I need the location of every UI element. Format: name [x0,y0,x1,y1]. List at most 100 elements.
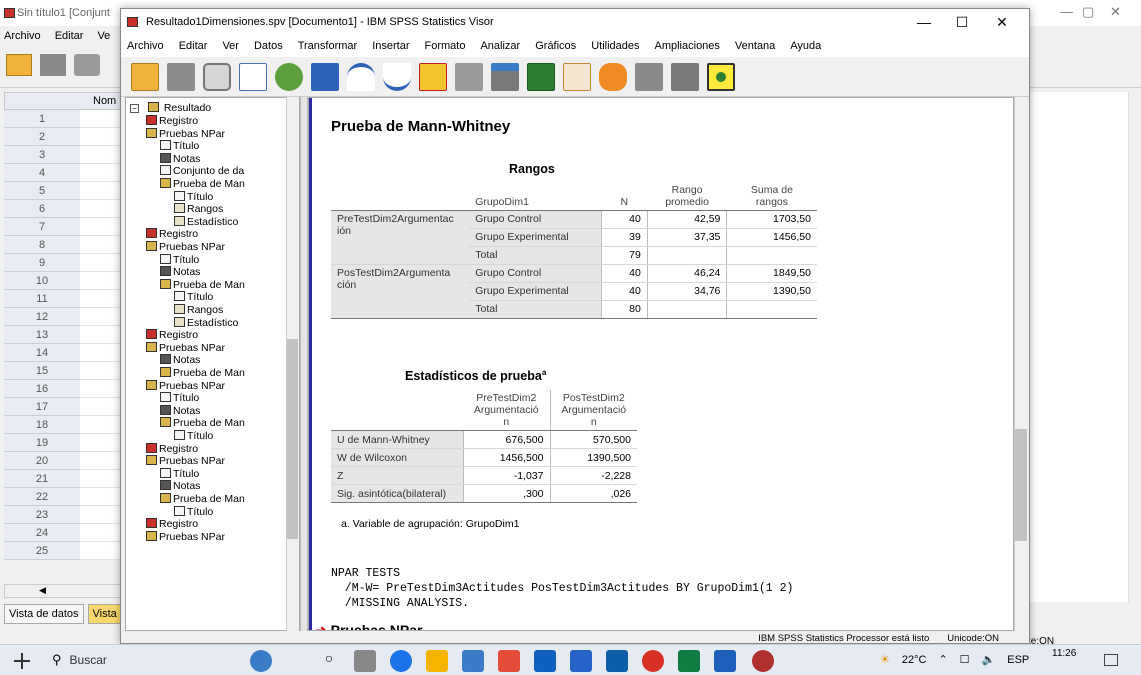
print-icon[interactable] [74,54,100,76]
start-icon[interactable] [14,653,30,669]
firefox-icon[interactable] [498,650,520,672]
content-scroll-thumb[interactable] [1015,429,1027,541]
data-vertical-scrollbar[interactable] [1128,92,1141,602]
data-cell[interactable] [80,236,122,254]
outline-node[interactable]: Prueba de Man [160,278,245,292]
menu-editar[interactable]: Editar [55,30,84,42]
variables-icon[interactable] [527,62,555,91]
row-number[interactable]: 11 [4,290,80,308]
explorer-icon[interactable] [462,650,484,672]
word-icon[interactable] [714,650,736,672]
row-number[interactable]: 18 [4,416,80,434]
outline-node[interactable]: Pruebas NPar [146,379,225,393]
row-number[interactable]: 20 [4,452,80,470]
row-number[interactable]: 15 [4,362,80,380]
row-number[interactable]: 19 [4,434,80,452]
data-cell[interactable] [80,200,122,218]
chrome-icon[interactable] [642,650,664,672]
outline-node[interactable]: Notas [160,152,200,166]
menu-ampliaciones[interactable]: Ampliaciones [655,40,720,52]
data-cell[interactable] [80,308,122,326]
clock[interactable]: 11:26 [1052,648,1076,659]
minimize-button[interactable]: — [905,9,943,35]
outline-node[interactable]: Título [160,392,199,405]
data-cell[interactable] [80,344,122,362]
save-icon[interactable] [40,54,66,76]
outline-node[interactable]: Título [160,253,199,267]
row-number[interactable]: 6 [4,200,80,218]
outline-node[interactable]: Registro [146,329,198,342]
row-number[interactable]: 2 [4,128,80,146]
data-cell[interactable] [80,110,122,128]
widget-icon[interactable] [250,650,272,672]
data-cell[interactable] [80,254,122,272]
data-grid-right[interactable] [1024,92,1129,602]
outline-node[interactable]: Notas [160,266,200,279]
outline-node[interactable]: Estadístico [174,316,238,330]
menu-datos[interactable]: Datos [254,40,283,52]
row-number[interactable]: 7 [4,218,80,236]
outline-node[interactable]: Registro [146,518,198,531]
outline-node[interactable]: Pruebas NPar [146,341,225,355]
taskbar-search[interactable]: ⚲ Buscar [52,652,107,668]
insert-case-icon[interactable] [491,62,519,91]
data-cell[interactable] [80,524,122,542]
data-cell[interactable] [80,326,122,344]
outline-node[interactable]: Rangos [174,304,223,317]
output-content-pane[interactable]: Prueba de Mann-Whitney Rangos GrupoDim1 … [308,97,1014,631]
data-cell[interactable] [80,290,122,308]
outline-node[interactable]: Notas [160,354,200,367]
menu-archivo[interactable]: Archivo [4,30,41,42]
files-icon[interactable] [426,650,448,672]
task-view-icon[interactable] [354,650,376,672]
menu-ayuda[interactable]: Ayuda [790,40,821,52]
outline-node[interactable]: Registro [146,228,198,241]
outline-node[interactable]: Título [174,430,213,443]
menu-graficos[interactable]: Gráficos [535,40,576,52]
hide-icon[interactable] [635,62,663,91]
column-header[interactable]: Nom [4,92,122,110]
collapse-icon[interactable]: − [130,104,139,113]
outline-node[interactable]: Pruebas NPar [146,455,225,468]
language-indicator[interactable]: ESP [1007,654,1029,666]
search-app-icon[interactable]: ○ [318,650,340,672]
weather-temp[interactable]: 22°C [902,654,927,666]
goto-variable-icon[interactable] [455,62,483,91]
row-number[interactable]: 14 [4,344,80,362]
outline-node[interactable]: Título [174,291,213,304]
outline-node[interactable]: Prueba de Man [160,178,245,191]
mail-icon[interactable] [534,650,556,672]
outline-node[interactable]: Conjunto de da [160,165,244,178]
outline-node[interactable]: Estadístico [174,215,238,229]
print-preview-icon[interactable] [239,62,267,91]
menu-transformar[interactable]: Transformar [298,40,358,52]
back-close-icon[interactable]: ✕ [1110,4,1121,20]
outline-node[interactable]: Notas [160,480,200,493]
data-cell[interactable] [80,542,122,560]
data-cell[interactable] [80,146,122,164]
tab-data-view[interactable]: Vista de datos [4,604,84,624]
outline-node[interactable]: Título [160,467,199,481]
row-number[interactable]: 1 [4,110,80,128]
open-icon[interactable] [131,62,159,91]
data-cell[interactable] [80,164,122,182]
menu-ventana[interactable]: Ventana [735,40,775,52]
data-cell[interactable] [80,128,122,146]
outline-node[interactable]: Título [174,505,213,519]
row-number[interactable]: 9 [4,254,80,272]
open-icon[interactable] [6,54,32,76]
outline-node[interactable]: Título [174,190,213,204]
data-cell[interactable] [80,380,122,398]
menu-analizar[interactable]: Analizar [480,40,520,52]
save-icon[interactable] [167,62,195,91]
export-icon[interactable] [275,62,303,91]
pane-splitter[interactable] [300,97,308,631]
network-icon[interactable]: ☐ [960,653,970,666]
close-button[interactable]: ✕ [983,9,1021,35]
outlook-icon[interactable] [606,650,628,672]
promote-icon[interactable] [707,62,735,91]
ranks-table[interactable]: GrupoDim1 N Rango promedio Suma de rangos … [331,180,817,319]
notification-icon[interactable] [1104,654,1118,666]
outline-scroll-thumb[interactable] [287,339,298,539]
outline-node[interactable]: Pruebas NPar [146,530,225,544]
